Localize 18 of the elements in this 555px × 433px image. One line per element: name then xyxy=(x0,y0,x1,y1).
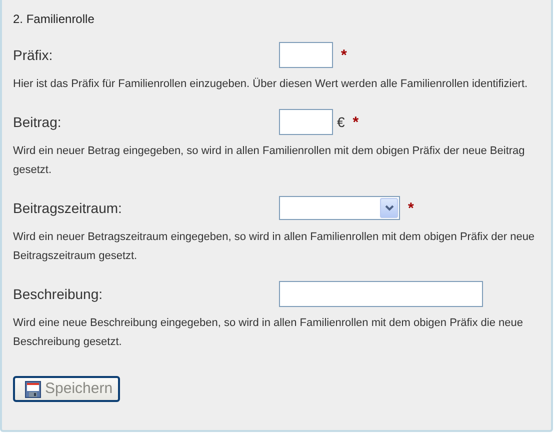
help-text: Wird ein neuer Betrag eingegeben, so wird in allen Familienrollen mit dem obigen Präfix der neue Beitrag gesetzt. xyxy=(13,144,526,178)
field-label: Beschreibung: xyxy=(13,284,104,304)
currency-symbol: € xyxy=(337,112,345,132)
section-title: 2. Familienrolle xyxy=(13,11,96,27)
field-label: Beitragszeitraum: xyxy=(13,198,123,218)
required-marker: * xyxy=(352,113,359,133)
help-text: Hier ist das Präfix für Familienrollen einzugeben. Über diesen Wert werden alle Familienrollen identifiziert. xyxy=(13,76,529,92)
field-label: Präfix: xyxy=(13,46,54,64)
field-label: Beitrag: xyxy=(13,112,62,132)
dropdown[interactable] xyxy=(279,196,400,220)
help-text: Wird eine neue Beschreibung eingegeben, so wird in allen Familienrollen mit dem obigen Präfix die neue Beschreibung gesetzt. xyxy=(13,316,524,350)
help-text: Wird ein neuer Betragszeitraum eingegeben, so wird in allen Familienrollen mit dem obigen Präfix der neue Beitragszeitraum gesetzt. xyxy=(13,230,536,264)
required-marker: * xyxy=(341,46,347,66)
input-field[interactable] xyxy=(279,42,333,68)
chevron-down-icon xyxy=(384,205,394,211)
input-field[interactable] xyxy=(279,281,483,307)
required-marker: * xyxy=(408,199,414,219)
input-field[interactable] xyxy=(279,109,333,135)
